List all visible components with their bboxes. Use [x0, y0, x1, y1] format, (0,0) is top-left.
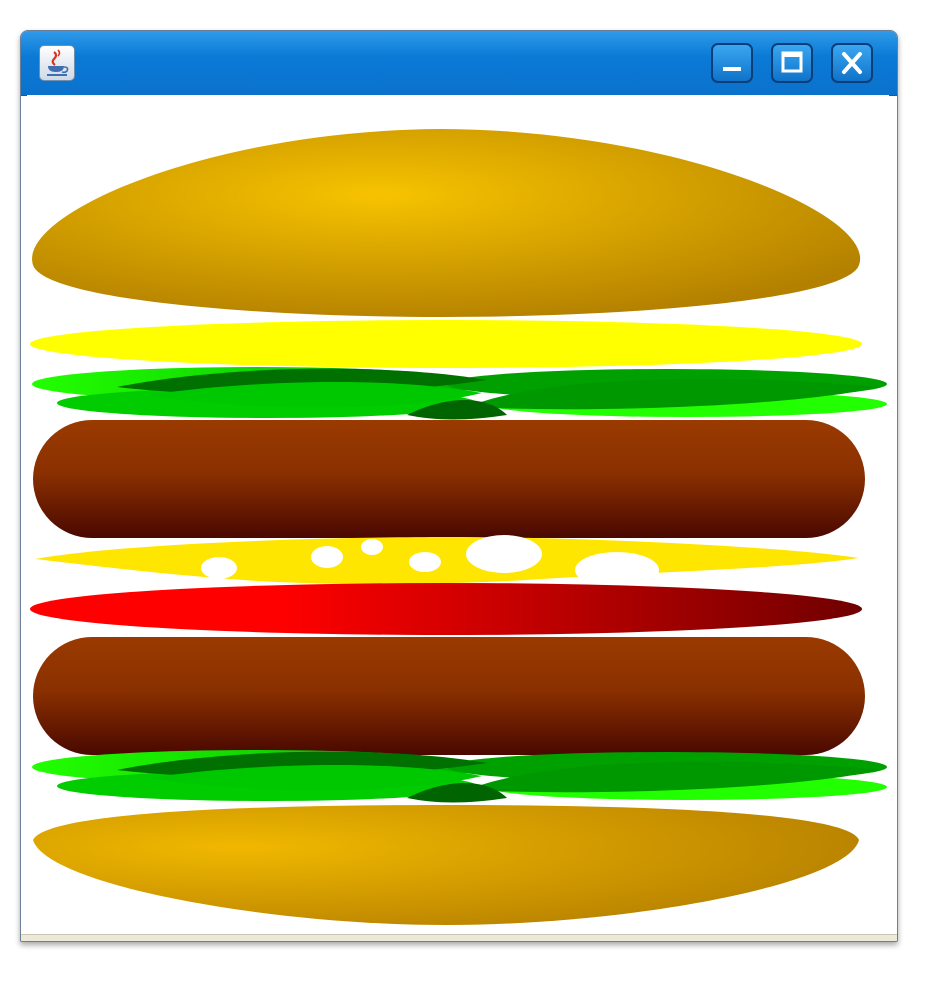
lettuce-bottom	[32, 750, 887, 803]
app-window	[20, 30, 898, 942]
minimize-button[interactable]	[711, 43, 753, 83]
bottom-bun	[33, 805, 859, 925]
title-bar[interactable]	[21, 31, 897, 96]
maximize-button[interactable]	[771, 43, 813, 83]
window-bottom-border	[21, 934, 897, 941]
top-bun	[32, 129, 861, 317]
cheese-slice	[30, 320, 862, 368]
canvas-panel	[27, 95, 889, 935]
tomato-slice	[30, 583, 862, 635]
lettuce-top	[32, 367, 887, 420]
patty-bottom	[33, 637, 865, 755]
hamburger-drawing	[30, 129, 887, 925]
swiss-cheese	[35, 535, 859, 588]
minimize-icon	[723, 67, 741, 71]
maximize-icon	[781, 51, 803, 73]
close-button[interactable]	[831, 43, 873, 83]
patty-top	[33, 420, 865, 538]
close-icon	[842, 52, 862, 74]
java-cup-icon[interactable]	[39, 45, 75, 81]
